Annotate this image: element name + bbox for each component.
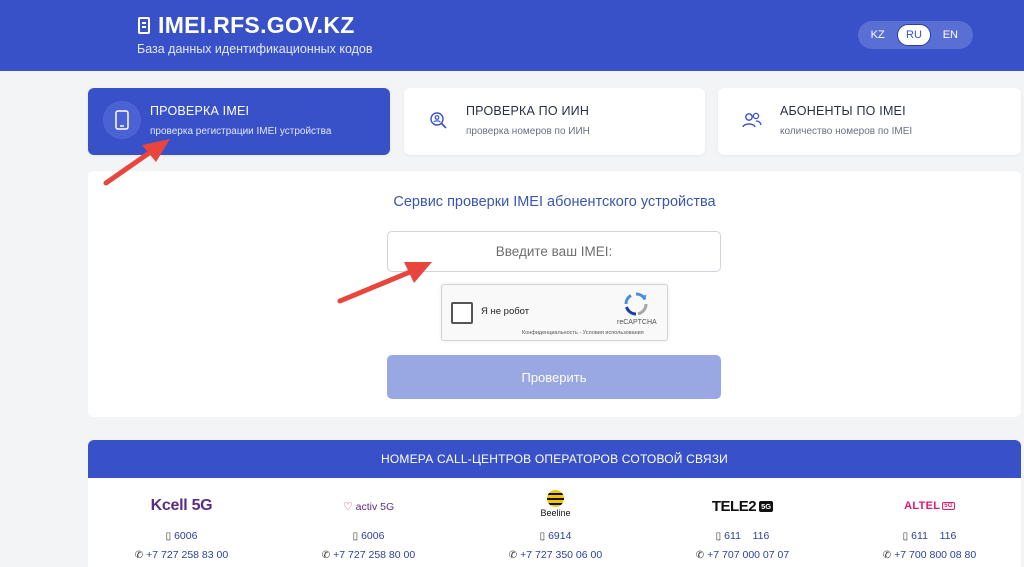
tab-check-iin[interactable]: ПРОВЕРКА ПО ИИН проверка номеров по ИИН (404, 88, 705, 155)
tab-check-imei[interactable]: ПРОВЕРКА IMEI проверка регистрации IMEI … (88, 88, 390, 155)
operator-short-number[interactable]: ▯ 6914 (462, 530, 649, 542)
service-title: Сервис проверки IMEI абонентского устрой… (393, 194, 716, 210)
phone-icon (138, 17, 150, 34)
tab-subscribers-by-imei[interactable]: АБОНЕНТЫ ПО IMEI количество номеров по I… (718, 88, 1021, 155)
phone-icon (104, 102, 140, 138)
recaptcha-label: Я не робот (481, 306, 530, 317)
tab-title: ПРОВЕРКА ПО ИИН (466, 104, 590, 118)
operator-phone[interactable]: ✆ +7 707 000 07 07 (649, 549, 836, 561)
kcell-logo: Kcell 5G (150, 497, 213, 514)
site-title: IMEI.RFS.GOV.KZ (158, 12, 355, 38)
phone-handset-icon: ✆ (134, 550, 144, 561)
operator-phone[interactable]: ✆ +7 727 258 80 00 (275, 549, 462, 561)
beeline-logo: Beeline (462, 486, 649, 522)
recaptcha-brand: reCAPTCHA (617, 319, 657, 326)
callcenters-title: НОМЕРА CALL-ЦЕНТРОВ ОПЕРАТОРОВ СОТОВОЙ С… (88, 440, 1021, 478)
tab-subtitle: проверка номеров по ИИН (466, 126, 590, 137)
id-search-icon (420, 102, 456, 138)
operator-altel: ALTEL 5G ▯ 611 116 ✆ +7 700 800 08 80 (836, 478, 1021, 567)
altel-logo: ALTEL 5G (904, 500, 955, 512)
tab-subtitle: количество номеров по IMEI (780, 126, 913, 137)
mobile-icon: ▯ (715, 531, 722, 542)
language-switcher: KZ RU EN (858, 21, 973, 49)
lang-ru-button[interactable]: RU (897, 24, 931, 46)
callcenters-section: НОМЕРА CALL-ЦЕНТРОВ ОПЕРАТОРОВ СОТОВОЙ С… (88, 440, 1021, 567)
check-button[interactable]: Проверить (387, 355, 721, 399)
operator-activ: ♡ activ 5G ▯ 6006 ✆ +7 727 258 80 00 (275, 478, 462, 567)
imei-check-card: Сервис проверки IMEI абонентского устрой… (88, 171, 1021, 417)
operator-short-number[interactable]: ▯ 6006 (88, 530, 275, 542)
brand[interactable]: IMEI.RFS.GOV.KZ (138, 12, 355, 39)
operator-short-number[interactable]: ▯ 611 116 (649, 530, 836, 542)
recaptcha-links[interactable]: Конфиденциальность - Условия использован… (522, 330, 644, 336)
phone-handset-icon: ✆ (321, 550, 331, 561)
lang-en-button[interactable]: EN (934, 24, 967, 46)
operator-kcell: Kcell 5G ▯ 6006 ✆ +7 727 258 83 00 (88, 478, 275, 567)
operator-beeline: Beeline ▯ 6914 ✆ +7 727 350 06 00 (462, 478, 649, 567)
operator-short-number[interactable]: ▯ 611 116 (836, 530, 1021, 542)
tab-title: АБОНЕНТЫ ПО IMEI (780, 104, 906, 118)
recaptcha-logo-icon (624, 292, 648, 316)
operator-tele2: TELE2 5G ▯ 611 116 ✆ +7 707 000 07 07 (649, 478, 836, 567)
recaptcha-checkbox[interactable] (451, 302, 473, 324)
activ-logo: ♡ activ 5G (342, 500, 395, 513)
phone-handset-icon: ✆ (882, 550, 892, 561)
phone-handset-icon: ✆ (695, 550, 705, 561)
operator-short-number[interactable]: ▯ 6006 (275, 530, 462, 542)
mobile-icon: ▯ (902, 531, 909, 542)
users-icon (734, 102, 770, 138)
tele2-logo: TELE2 5G (711, 497, 774, 515)
mobile-icon: ▯ (352, 531, 359, 542)
site-subtitle: База данных идентификационных кодов (137, 42, 373, 56)
recaptcha-widget: Я не робот reCAPTCHA Конфиденциальность … (441, 284, 668, 341)
operator-phone[interactable]: ✆ +7 727 258 83 00 (88, 549, 275, 561)
mobile-icon: ▯ (539, 531, 546, 542)
operator-phone[interactable]: ✆ +7 727 350 06 00 (462, 549, 649, 561)
operator-phone[interactable]: ✆ +7 700 800 08 80 (836, 549, 1021, 561)
lang-kz-button[interactable]: KZ (861, 24, 894, 46)
tab-title: ПРОВЕРКА IMEI (150, 104, 250, 118)
tab-subtitle: проверка регистрации IMEI устройства (150, 126, 332, 137)
site-header: IMEI.RFS.GOV.KZ База данных идентификаци… (0, 0, 1024, 71)
mobile-icon: ▯ (165, 531, 172, 542)
imei-input[interactable] (387, 231, 721, 272)
phone-handset-icon: ✆ (508, 550, 518, 561)
